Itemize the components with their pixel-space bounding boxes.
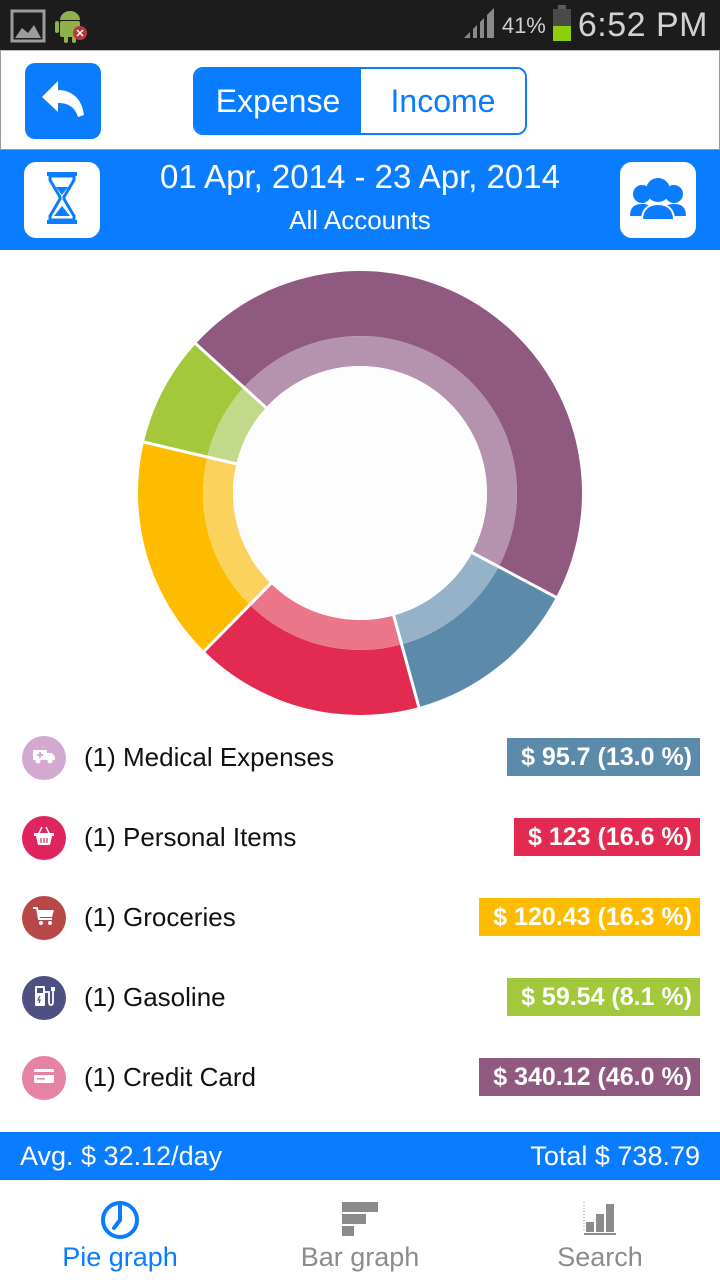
pie-graph-icon [100,1200,140,1240]
back-button[interactable] [25,63,101,139]
back-arrow-icon [38,77,88,126]
signal-icon [462,7,496,44]
date-range-bar: 01 Apr, 2014 - 23 Apr, 2014 All Accounts [0,150,720,250]
total-amount: Total $ 738.79 [530,1141,700,1171]
expense-donut-chart [0,250,720,730]
expense-income-toggle: Expense Income [193,67,527,135]
accounts-text: All Accounts [289,205,431,235]
category-label: (1) Gasoline [84,982,226,1012]
icon-circle [22,816,66,860]
category-label: (1) Credit Card [84,1062,256,1092]
fuel-pump-icon [33,984,55,1013]
list-item-medical-expenses[interactable]: (1) Medical Expenses $ 95.7 (13.0 %) [0,718,720,798]
donut-hole [233,366,487,620]
nav-label: Bar graph [300,1242,420,1272]
category-amount-badge: $ 123 (16.6 %) [514,818,700,856]
android-debug-icon [54,8,88,49]
tab-income[interactable]: Income [361,69,525,133]
credit-card-icon [33,1068,55,1089]
date-range-text: 01 Apr, 2014 - 23 Apr, 2014 [160,158,560,195]
shopping-cart-icon [32,906,56,931]
bottom-navigation: Pie graph Bar graph Search [0,1180,720,1280]
icon-circle [22,976,66,1020]
category-amount-badge: $ 95.7 (13.0 %) [507,738,700,776]
nav-bar-graph[interactable]: Bar graph [240,1180,480,1280]
icon-circle [22,1056,66,1100]
summary-bar: Avg. $ 32.12/day Total $ 738.79 [0,1132,720,1180]
donut-svg [137,271,582,715]
average-per-day: Avg. $ 32.12/day [20,1141,223,1171]
list-item-personal-items[interactable]: (1) Personal Items $ 123 (16.6 %) [0,798,720,878]
nav-label: Pie graph [62,1242,178,1272]
accounts-button[interactable] [620,162,696,238]
status-bar: 41% 6:52 PM [0,0,720,50]
gallery-notification-icon [10,9,46,48]
basket-icon [33,826,55,851]
nav-label: Search [557,1242,643,1272]
category-amount-badge: $ 120.43 (16.3 %) [479,898,700,936]
list-item-groceries[interactable]: (1) Groceries $ 120.43 (16.3 %) [0,878,720,958]
tab-expense[interactable]: Expense [195,69,361,133]
accounts-group-icon [628,176,688,225]
ambulance-icon [32,748,56,769]
bar-graph-icon [340,1200,380,1240]
icon-circle [22,736,66,780]
category-label: (1) Groceries [84,902,236,932]
category-label: (1) Personal Items [84,822,297,852]
icon-circle [22,896,66,940]
battery-icon [552,4,572,47]
category-amount-badge: $ 59.54 (8.1 %) [507,978,700,1016]
clock: 6:52 PM [577,6,708,44]
nav-search[interactable]: Search [480,1180,720,1280]
battery-percent: 41% [501,12,546,38]
category-amount-badge: $ 340.12 (46.0 %) [479,1058,700,1096]
search-chart-icon [582,1200,618,1240]
nav-pie-graph[interactable]: Pie graph [0,1180,240,1280]
top-bar: Expense Income [0,50,720,150]
list-item-credit-card[interactable]: (1) Credit Card $ 340.12 (46.0 %) [0,1038,720,1118]
list-item-gasoline[interactable]: (1) Gasoline $ 59.54 (8.1 %) [0,958,720,1038]
category-label: (1) Medical Expenses [84,742,334,772]
